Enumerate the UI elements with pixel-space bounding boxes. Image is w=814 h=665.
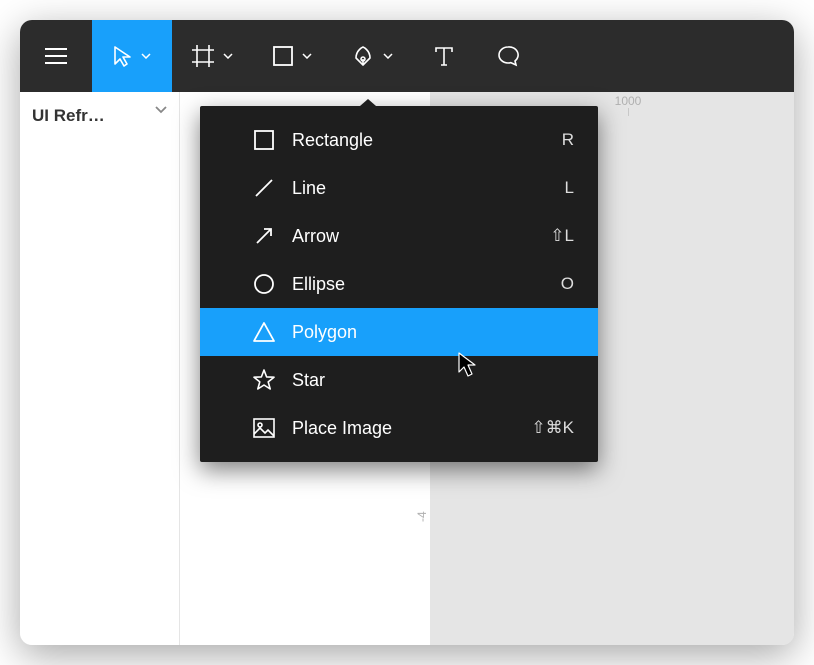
pen-tool-button[interactable] [332,20,412,92]
chevron-down-icon [155,106,167,114]
hamburger-icon [45,48,67,64]
hamburger-menu-button[interactable] [20,20,92,92]
shape-tool-button[interactable] [252,20,332,92]
menu-item-shortcut: R [562,130,574,150]
menu-item-label: Place Image [292,418,513,439]
menu-item-rectangle[interactable]: Rectangle R [200,116,598,164]
comment-tool-button[interactable] [476,20,540,92]
menu-item-place-image[interactable]: Place Image ⇧⌘K [200,404,598,452]
comment-icon [496,44,520,68]
menu-item-shortcut: ⇧⌘K [531,418,574,438]
move-cursor-icon [113,45,133,67]
pen-icon [351,44,375,68]
menu-item-label: Polygon [292,322,556,343]
line-icon [250,177,278,199]
app-window: UI Refr… 1000 -4 00 Rectangle R Line L A… [20,20,794,645]
shape-tool-dropdown: Rectangle R Line L Arrow ⇧L Ellipse O Po… [200,106,598,462]
move-tool-button[interactable] [92,20,172,92]
menu-item-polygon[interactable]: Polygon [200,308,598,356]
polygon-icon [250,321,278,343]
chevron-down-icon [141,53,151,59]
chevron-down-icon [223,53,233,59]
text-tool-button[interactable] [412,20,476,92]
menu-item-label: Rectangle [292,130,544,151]
menu-item-ellipse[interactable]: Ellipse O [200,260,598,308]
menu-item-shortcut: O [561,274,574,294]
rectangle-icon [272,45,294,67]
menu-item-label: Star [292,370,556,391]
arrow-icon [250,225,278,247]
text-icon [433,45,455,67]
menu-item-label: Arrow [292,226,532,247]
image-icon [250,417,278,439]
menu-item-shortcut: ⇧L [550,226,574,246]
menu-item-line[interactable]: Line L [200,164,598,212]
ruler-horizontal-tick: 1000 [615,94,642,108]
chevron-down-icon [383,53,393,59]
menu-item-shortcut: L [565,178,574,198]
top-toolbar [20,20,794,92]
menu-item-arrow[interactable]: Arrow ⇧L [200,212,598,260]
chevron-down-icon [302,53,312,59]
menu-item-star[interactable]: Star [200,356,598,404]
ruler-vertical-tick: -4 [415,511,429,522]
frame-icon [191,44,215,68]
ellipse-icon [250,272,278,296]
star-icon [250,368,278,392]
page-name-label: UI Refr… [32,106,155,126]
menu-item-label: Line [292,178,547,199]
frame-tool-button[interactable] [172,20,252,92]
rectangle-icon [250,129,278,151]
layers-panel-header[interactable]: UI Refr… [20,92,180,645]
menu-item-label: Ellipse [292,274,543,295]
ruler-tick-mark [628,108,629,116]
